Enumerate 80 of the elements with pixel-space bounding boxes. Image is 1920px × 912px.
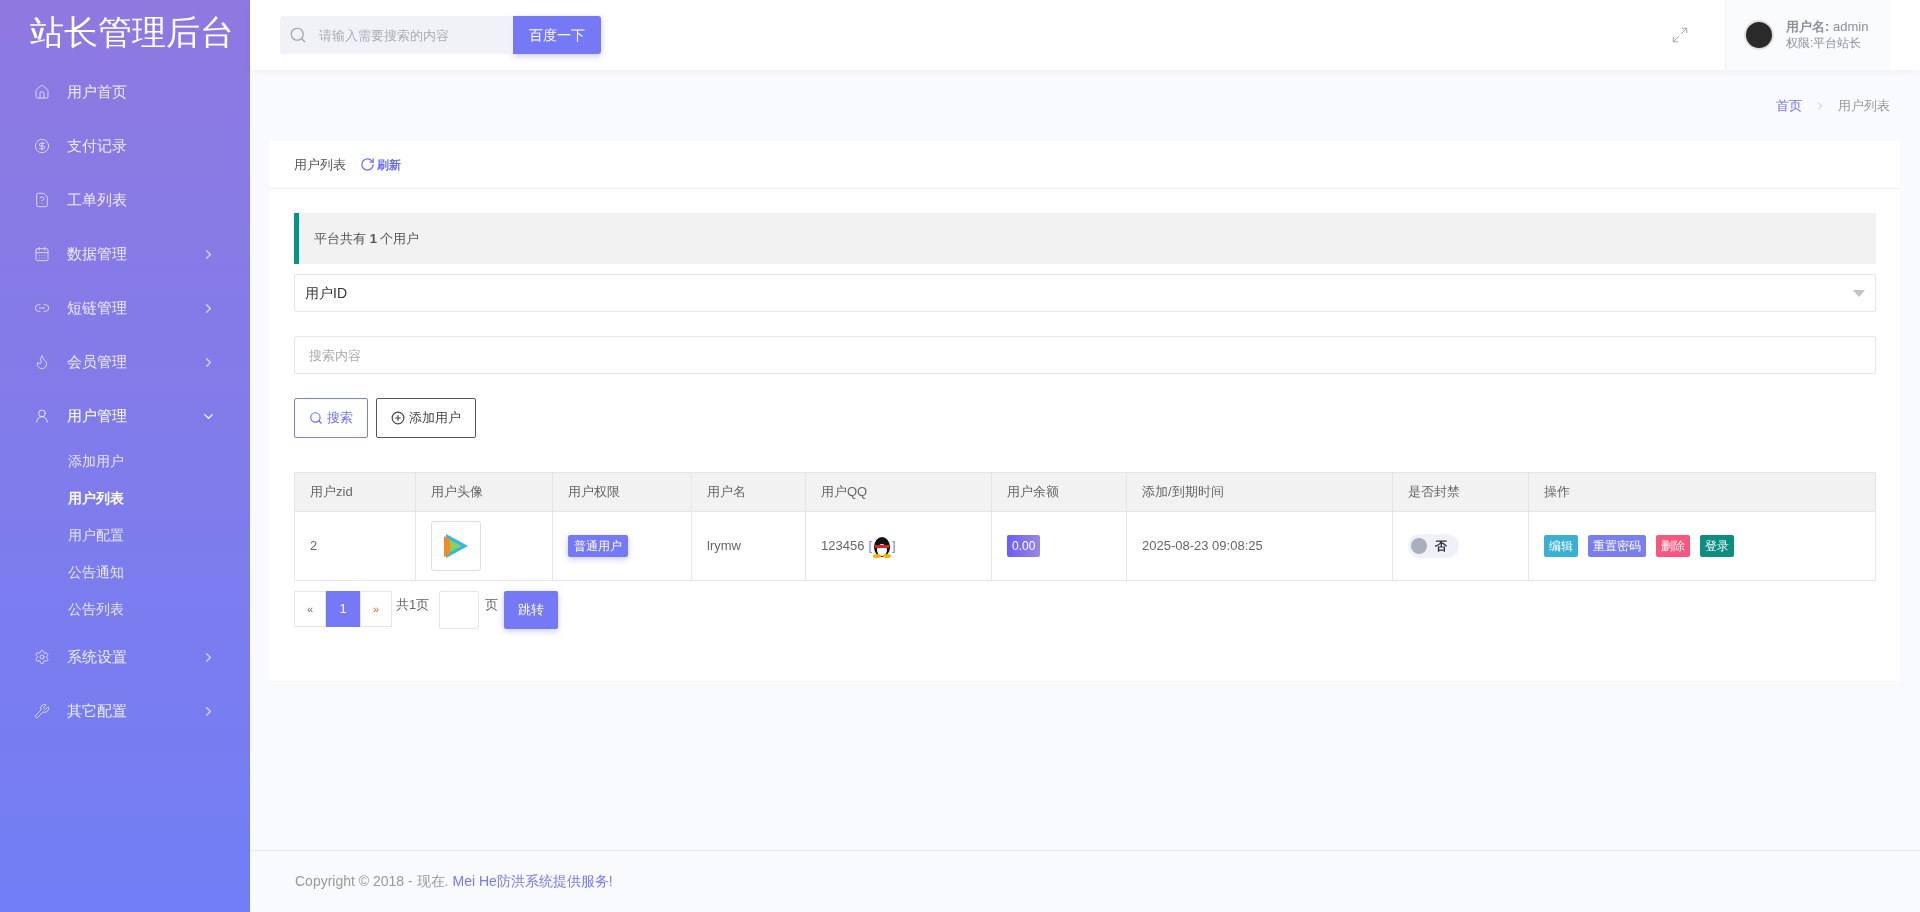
user-icon: [34, 408, 50, 424]
flame-icon: [34, 354, 50, 370]
search-button[interactable]: 搜索: [294, 398, 368, 438]
filter-select[interactable]: 用户ID: [294, 274, 1876, 312]
avatar: [1744, 20, 1774, 50]
coin-icon: [34, 138, 50, 154]
table-cell-text: 2025-08-23 09:08:25: [1142, 537, 1263, 556]
submenu-item[interactable]: 公告通知: [0, 554, 250, 591]
sidebar-item[interactable]: 其它配置: [0, 684, 250, 738]
search-icon: [309, 411, 323, 425]
column-header: 用户QQ: [821, 483, 868, 502]
column-header: 操作: [1544, 483, 1570, 502]
username-label: 用户名:: [1786, 19, 1830, 34]
action-button[interactable]: 登录: [1700, 535, 1734, 557]
page-number-field[interactable]: [439, 591, 480, 629]
column-header: 用户余额: [1007, 483, 1059, 502]
user-panel[interactable]: 用户名: admin 权限:平台站长: [1725, 0, 1890, 70]
sidebar-item[interactable]: 工单列表: [0, 173, 250, 227]
penguin-icon[interactable]: [872, 534, 892, 558]
username: admin: [1832, 19, 1869, 34]
page-button[interactable]: 1: [326, 591, 360, 627]
app-logo-thumbnail: [431, 521, 481, 571]
sidebar-item[interactable]: 用户管理: [0, 389, 250, 443]
sidebar-item[interactable]: 支付记录: [0, 119, 250, 173]
column-header: 添加/到期时间: [1142, 483, 1224, 502]
refresh-button[interactable]: 刷新: [360, 155, 401, 174]
ban-toggle[interactable]: 否: [1408, 534, 1459, 558]
role-badge: 普通用户: [568, 535, 628, 557]
breadcrumb-link[interactable]: 首页: [1776, 95, 1802, 116]
sidebar-item[interactable]: 短链管理: [0, 281, 250, 335]
wrench-icon: [34, 703, 50, 719]
sidebar-item[interactable]: 系统设置: [0, 630, 250, 684]
prev-page-button[interactable]: «: [294, 591, 326, 627]
action-button[interactable]: 删除: [1656, 535, 1690, 557]
page-total: 共1页: [396, 596, 430, 614]
search-icon: [289, 26, 307, 44]
sidebar-item[interactable]: 会员管理: [0, 335, 250, 389]
search-content-field[interactable]: 搜索内容: [294, 336, 1876, 374]
dropdown-caret-icon: [1853, 289, 1865, 297]
table-cell-text: 2: [310, 537, 318, 556]
sidebar-item[interactable]: 数据管理: [0, 227, 250, 281]
search-field[interactable]: 请输入需要搜索的内容: [280, 16, 513, 54]
search-button[interactable]: 百度一下: [513, 16, 601, 54]
balance-badge: 0.00: [1007, 535, 1041, 557]
submenu-item[interactable]: 添加用户: [0, 443, 250, 480]
add-user-button[interactable]: 添加用户: [376, 398, 476, 438]
bracket: [: [868, 537, 872, 556]
card-title: 用户列表: [294, 155, 346, 174]
bracket: ]: [892, 537, 896, 556]
submenu-item[interactable]: 公告列表: [0, 591, 250, 628]
notice-bar: 平台共有 1 个用户: [294, 213, 1876, 264]
next-page-button[interactable]: »: [360, 591, 392, 627]
role-label: 权限:: [1786, 36, 1814, 50]
refresh-icon: [360, 157, 375, 172]
column-header: 用户权限: [568, 483, 620, 502]
action-button[interactable]: 重置密码: [1588, 535, 1646, 557]
role: 平台站长: [1813, 36, 1862, 50]
footer-link[interactable]: Mei He防洪系统提供服务!: [452, 871, 613, 892]
toggle-knob: [1411, 538, 1427, 554]
sidebar-item[interactable]: 用户首页: [0, 65, 250, 119]
app-title: 站长管理后台: [29, 11, 235, 53]
submenu-item[interactable]: 用户列表: [0, 480, 250, 517]
column-header: 用户头像: [431, 483, 483, 502]
action-button[interactable]: 编辑: [1544, 535, 1578, 557]
calendar-icon: [34, 246, 50, 262]
column-header: 用户名: [707, 483, 746, 502]
settings-icon: [34, 649, 50, 665]
plus-circle-icon: [391, 411, 405, 425]
column-header: 用户zid: [310, 483, 353, 502]
submenu-item[interactable]: 用户配置: [0, 517, 250, 554]
page-unit: 页: [485, 596, 499, 614]
document-icon: [34, 192, 50, 208]
table-cell-text: lrymw: [707, 537, 741, 556]
column-header: 是否封禁: [1408, 483, 1460, 502]
breadcrumb-current: 用户列表: [1838, 96, 1890, 115]
fullscreen-icon[interactable]: [1671, 26, 1689, 44]
copyright-text: Copyright © 2018 - 现在.: [295, 872, 449, 891]
jump-button[interactable]: 跳转: [504, 591, 559, 629]
house-icon: [34, 84, 50, 100]
table-cell-text: 123456: [821, 537, 865, 556]
